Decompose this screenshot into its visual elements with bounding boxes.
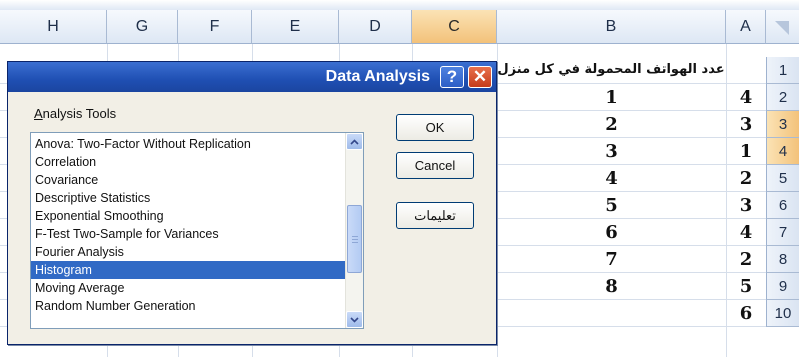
cell-a7[interactable]: 4 bbox=[726, 219, 766, 246]
analysis-tools-list[interactable]: Anova: Two-Factor Without Replication Co… bbox=[30, 132, 364, 329]
column-header-d[interactable]: D bbox=[339, 10, 412, 44]
row-header-2[interactable]: 2 bbox=[766, 84, 799, 111]
row-header-8[interactable]: 8 bbox=[766, 246, 799, 273]
list-item-covariance[interactable]: Covariance bbox=[31, 171, 363, 189]
list-scrollbar[interactable] bbox=[345, 133, 363, 328]
select-all-corner[interactable] bbox=[766, 10, 799, 44]
chevron-down-icon bbox=[350, 316, 359, 323]
cell-b3[interactable]: 2 bbox=[497, 111, 726, 138]
scroll-up-button[interactable] bbox=[346, 133, 363, 150]
cell-b2[interactable]: 1 bbox=[497, 84, 726, 111]
list-item-correlation[interactable]: Correlation bbox=[31, 153, 363, 171]
cell-b1-header[interactable]: عدد الهواتف المحمولة في كل منزل bbox=[497, 56, 725, 83]
close-button[interactable]: ✕ bbox=[468, 66, 492, 88]
cell-a5[interactable]: 2 bbox=[726, 165, 766, 192]
column-header-c[interactable]: C bbox=[412, 10, 497, 44]
help-label-button[interactable]: تعليمات bbox=[396, 202, 474, 229]
cell-b8[interactable]: 7 bbox=[497, 246, 726, 273]
cell-b6[interactable]: 5 bbox=[497, 192, 726, 219]
cell-a2[interactable]: 4 bbox=[726, 84, 766, 111]
column-header-e[interactable]: E bbox=[252, 10, 339, 44]
analysis-tools-label-text: nalysis Tools bbox=[42, 106, 117, 121]
list-item-exponential-smoothing[interactable]: Exponential Smoothing bbox=[31, 207, 363, 225]
dialog-title-bar[interactable]: Data Analysis ? ✕ bbox=[8, 62, 496, 92]
list-item-anova-two-factor[interactable]: Anova: Two-Factor Without Replication bbox=[31, 135, 363, 153]
column-header-g[interactable]: G bbox=[107, 10, 178, 44]
cell-b9[interactable]: 8 bbox=[497, 273, 726, 300]
scroll-thumb[interactable] bbox=[347, 205, 362, 273]
help-button[interactable]: ? bbox=[440, 66, 464, 88]
list-item-histogram[interactable]: Histogram bbox=[31, 261, 363, 279]
row-header-10[interactable]: 10 bbox=[766, 300, 799, 327]
cell-a4[interactable]: 1 bbox=[726, 138, 766, 165]
cell-a10[interactable]: 6 bbox=[726, 300, 766, 327]
cell-b7[interactable]: 6 bbox=[497, 219, 726, 246]
cell-a9[interactable]: 5 bbox=[726, 273, 766, 300]
list-item-descriptive-statistics[interactable]: Descriptive Statistics bbox=[31, 189, 363, 207]
column-header-h[interactable]: H bbox=[0, 10, 107, 44]
list-item-f-test[interactable]: F-Test Two-Sample for Variances bbox=[31, 225, 363, 243]
cell-a3[interactable]: 3 bbox=[726, 111, 766, 138]
spreadsheet: H G F E D C B A 1 2 3 4 5 6 7 8 9 10 عدد… bbox=[0, 0, 799, 357]
column-header-a[interactable]: A bbox=[726, 10, 766, 44]
cell-a8[interactable]: 2 bbox=[726, 246, 766, 273]
row-header-1[interactable]: 1 bbox=[766, 57, 799, 84]
list-item-moving-average[interactable]: Moving Average bbox=[31, 279, 363, 297]
cell-a6[interactable]: 3 bbox=[726, 192, 766, 219]
data-analysis-dialog: Data Analysis ? ✕ Analysis Tools Anova: … bbox=[7, 61, 497, 345]
row-header-9[interactable]: 9 bbox=[766, 273, 799, 300]
dialog-title: Data Analysis bbox=[325, 68, 430, 85]
list-item-random-number-generation[interactable]: Random Number Generation bbox=[31, 297, 363, 315]
row-header-3[interactable]: 3 bbox=[766, 111, 799, 138]
row-header-4[interactable]: 4 bbox=[766, 138, 799, 165]
ok-button[interactable]: OK bbox=[396, 114, 474, 141]
cell-b5[interactable]: 4 bbox=[497, 165, 726, 192]
row-header-6[interactable]: 6 bbox=[766, 192, 799, 219]
column-header-b[interactable]: B bbox=[497, 10, 726, 44]
chevron-up-icon bbox=[350, 138, 359, 145]
column-header-f[interactable]: F bbox=[178, 10, 252, 44]
row-header-5[interactable]: 5 bbox=[766, 165, 799, 192]
scroll-down-button[interactable] bbox=[346, 311, 363, 328]
row-header-7[interactable]: 7 bbox=[766, 219, 799, 246]
cancel-button[interactable]: Cancel bbox=[396, 152, 474, 179]
select-all-icon bbox=[775, 21, 789, 35]
analysis-tools-label: Analysis Tools bbox=[34, 106, 116, 121]
list-item-fourier-analysis[interactable]: Fourier Analysis bbox=[31, 243, 363, 261]
cell-b4[interactable]: 3 bbox=[497, 138, 726, 165]
analysis-tools-accelerator: A bbox=[34, 106, 43, 121]
